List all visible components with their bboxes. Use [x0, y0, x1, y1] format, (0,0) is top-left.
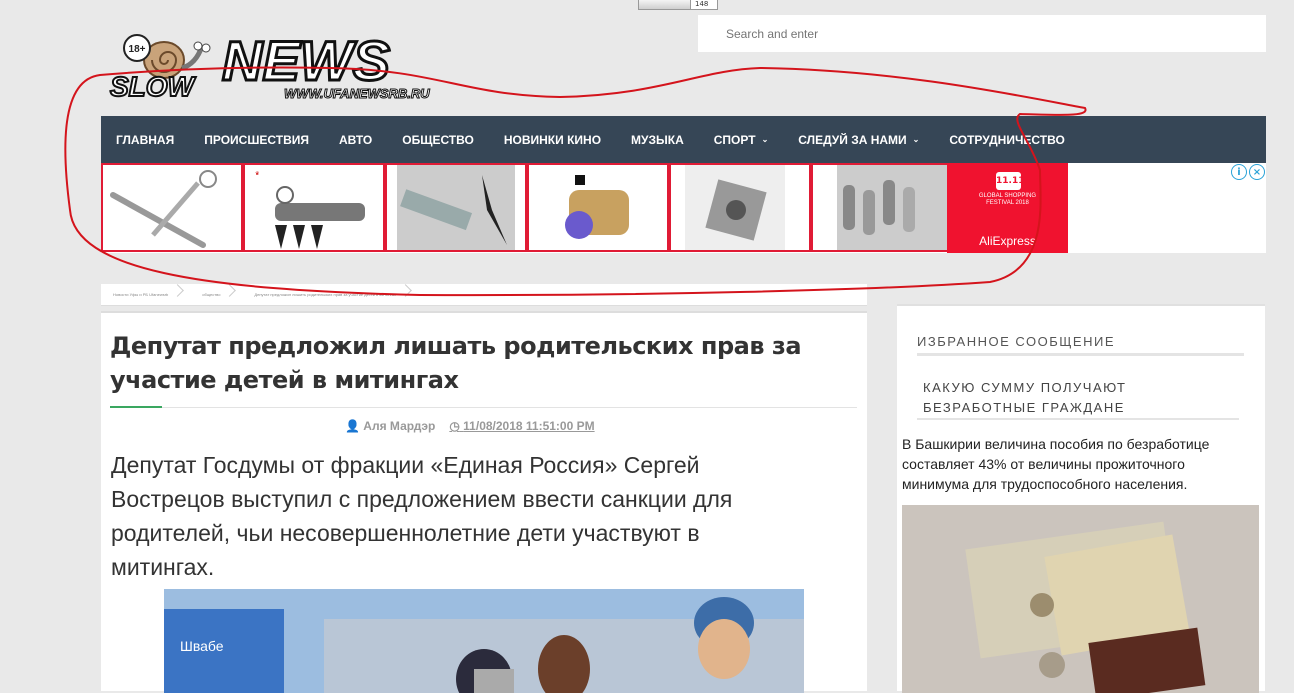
counter-value: 148: [695, 0, 709, 8]
age-badge-text: 18+: [129, 44, 146, 55]
product-image: ♛: [255, 171, 365, 249]
nav-item-cooperation[interactable]: СОТРУДНИЧЕСТВО: [949, 133, 1064, 147]
ad-item-keychain-tool[interactable]: [101, 163, 243, 252]
article: Депутат предложил лишать родительских пр…: [101, 311, 867, 693]
nav-item-society[interactable]: ОБЩЕСТВО: [402, 133, 474, 147]
visit-counter: 148: [638, 0, 718, 10]
ad-item-motor[interactable]: [669, 163, 811, 252]
title-divider: [110, 407, 857, 408]
sidebar-divider: [917, 353, 1244, 356]
breadcrumb-current: Депутат предложил лишить родительских пр…: [242, 292, 418, 297]
author-name: Аля Мардэр: [363, 419, 436, 433]
breadcrumb: Новости Уфы и РБ Ufanewsrb общество Депу…: [101, 284, 867, 306]
info-icon[interactable]: i: [1231, 164, 1247, 180]
nav-label: СПОРТ: [713, 132, 756, 147]
nav-item-incidents[interactable]: ПРОИСШЕСТВИЯ: [204, 133, 309, 147]
nav-item-follow[interactable]: СЛЕДУЙ ЗА НАМИ ⌄: [798, 133, 919, 147]
logo-word-news: NEWS: [222, 29, 390, 92]
featured-post-excerpt: В Башкирии величина пособия по безработи…: [902, 436, 1210, 492]
nav-item-movies[interactable]: НОВИНКИ КИНО: [504, 133, 601, 147]
article-photo: Швабе: [164, 589, 804, 693]
featured-post-image[interactable]: [902, 505, 1259, 693]
logo-word-slow: SLOW: [110, 71, 197, 102]
breadcrumb-category[interactable]: общество: [190, 292, 242, 297]
product-image: [837, 165, 949, 250]
nav-label: НОВИНКИ КИНО: [503, 132, 602, 147]
breadcrumb-home[interactable]: Новости Уфы и РБ Ufanewsrb: [101, 292, 190, 297]
ad-choices[interactable]: i ×: [1231, 164, 1265, 180]
author[interactable]: 👤 Аля Мардэр: [345, 419, 435, 433]
publish-date[interactable]: ◷ 11/08/2018 11:51:00 PM: [449, 419, 594, 433]
article-meta: 👤 Аля Мардэр ◷ 11/08/2018 11:51:00 PM: [345, 419, 595, 433]
ad-item-capsules[interactable]: [811, 163, 953, 252]
post-title-divider: [917, 418, 1239, 420]
product-image: [397, 165, 515, 250]
title-divider-accent: [110, 406, 162, 408]
user-icon: 👤: [345, 419, 360, 433]
clock-icon: ◷: [449, 419, 460, 433]
site-logo[interactable]: 18+ SLOW NEWS WWW.UFANEWSRB.RU: [104, 28, 494, 104]
close-icon[interactable]: ×: [1249, 164, 1265, 180]
nav-label: МУЗЫКА: [631, 132, 684, 147]
ad-item-jet-engine[interactable]: [527, 163, 669, 252]
ali-title-line1: GLOBAL SHOPPING: [978, 193, 1037, 199]
ad-item-multitool[interactable]: ♛: [243, 163, 385, 252]
nav-label: ПРОИСШЕСТВИЯ: [204, 132, 309, 147]
svg-text:♛: ♛: [255, 171, 259, 177]
ad-item-aliexpress[interactable]: 11.11 GLOBAL SHOPPING FESTIVAL 2018 AliE…: [947, 163, 1068, 253]
ad-banner: ♛ 11.11 GLOBAL SHOPPING FESTIVAL 2018 Al…: [101, 163, 1266, 253]
article-title: Депутат предложил лишать родительских пр…: [110, 332, 802, 394]
sidebar-featured: ИЗБРАННОЕ СООБЩЕНИЕ КАКУЮ СУММУ ПОЛУЧАЮТ…: [897, 304, 1265, 693]
nav-item-home[interactable]: ГЛАВНАЯ: [116, 133, 174, 147]
search-input[interactable]: [698, 15, 1266, 52]
product-image: [685, 165, 785, 250]
chevron-down-icon: ⌄: [912, 135, 920, 144]
nav-label: АВТО: [339, 132, 373, 147]
ali-brand: AliExpress: [979, 234, 1036, 248]
photo-sign-text: Швабе: [180, 638, 224, 654]
product-image: [110, 170, 217, 248]
nav-label: ОБЩЕСТВО: [402, 132, 474, 147]
article-lead: Депутат Госдумы от фракции «Единая Росси…: [111, 452, 733, 580]
ad-item-propeller[interactable]: [385, 163, 527, 252]
product-image: [565, 175, 629, 239]
nav-label: СЛЕДУЙ ЗА НАМИ: [798, 132, 907, 147]
nav-label: ГЛАВНАЯ: [116, 132, 175, 147]
date-value: 11/08/2018 11:51:00 PM: [463, 419, 595, 433]
ali-title: GLOBAL SHOPPING FESTIVAL 2018: [947, 193, 1068, 207]
ali-title-line2: FESTIVAL 2018: [986, 200, 1029, 206]
ali-sale-badge: 11.11: [996, 172, 1024, 190]
main-nav: ГЛАВНАЯ ПРОИСШЕСТВИЯ АВТО ОБЩЕСТВО НОВИН…: [101, 116, 1266, 163]
nav-label: СОТРУДНИЧЕСТВО: [949, 132, 1065, 147]
nav-item-auto[interactable]: АВТО: [339, 133, 372, 147]
chevron-down-icon: ⌄: [761, 135, 769, 144]
nav-item-sport[interactable]: СПОРТ ⌄: [714, 133, 769, 147]
sidebar-heading: ИЗБРАННОЕ СООБЩЕНИЕ: [917, 334, 1115, 349]
featured-post-title[interactable]: КАКУЮ СУММУ ПОЛУЧАЮТ БЕЗРАБОТНЫЕ ГРАЖДАН…: [923, 378, 1243, 418]
logo-url: WWW.UFANEWSRB.RU: [284, 86, 430, 101]
nav-item-music[interactable]: МУЗЫКА: [631, 133, 684, 147]
